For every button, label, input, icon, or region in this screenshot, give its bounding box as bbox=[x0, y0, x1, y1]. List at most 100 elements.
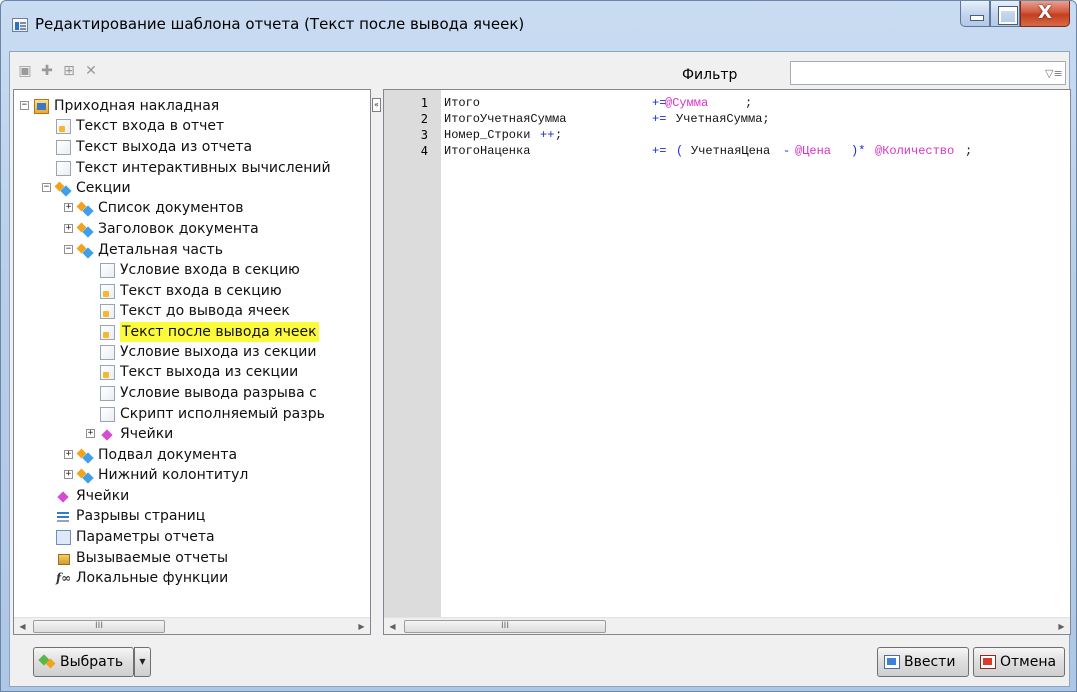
tree-item[interactable]: Текст до вывода ячеек bbox=[14, 301, 370, 321]
window-icon bbox=[12, 18, 28, 32]
close-icon: X bbox=[1038, 2, 1052, 23]
delete-icon[interactable]: ✕ bbox=[82, 62, 100, 80]
code-editor[interactable]: 1 Итого += @Сумма; 2 ИтогоУчетнаяСумма += Учетн… bbox=[383, 89, 1071, 635]
tree-item[interactable]: f∞ Локальные функции bbox=[14, 568, 370, 588]
scroll-left-arrow-icon[interactable]: ◀ bbox=[14, 618, 31, 634]
select-button-label: Выбрать bbox=[60, 654, 124, 670]
tree-item[interactable]: Условие вывода разрыва с bbox=[14, 383, 370, 403]
filter-input[interactable] bbox=[790, 61, 1066, 85]
template-tree[interactable]: − Приходная накладная Текст входа в отчет Т… bbox=[13, 89, 371, 635]
tree-horizontal-scrollbar[interactable]: ◀ III ▶ bbox=[14, 617, 370, 634]
code-line[interactable]: ИтогоУчетнаяСумма += УчетнаяСумма; bbox=[444, 111, 1064, 127]
collapse-icon[interactable]: − bbox=[20, 101, 29, 110]
tree-item[interactable]: Скрипт исполняемый разрь bbox=[14, 404, 370, 424]
tree-item[interactable]: Текст входа в секцию bbox=[14, 281, 370, 301]
line-number: 2 bbox=[420, 112, 428, 126]
scroll-thumb[interactable]: III bbox=[404, 620, 606, 633]
cells-icon bbox=[100, 427, 115, 442]
tree-item[interactable]: − Приходная накладная bbox=[14, 96, 370, 116]
editor-horizontal-scrollbar[interactable]: ◀ III ▶ bbox=[384, 617, 1070, 634]
tree-item[interactable]: Текст входа в отчет bbox=[14, 116, 370, 136]
expand-icon[interactable]: + bbox=[64, 450, 73, 459]
tree-item-label: Секции bbox=[76, 180, 131, 196]
code-line[interactable]: Номер_Строки ++; bbox=[444, 127, 1064, 143]
expand-icon[interactable]: + bbox=[86, 429, 95, 438]
add-child-icon[interactable]: ⊞ bbox=[60, 62, 78, 80]
tree-item[interactable]: + Нижний колонтитул bbox=[14, 465, 370, 485]
tree-item-label: Текст интерактивных вычислений bbox=[76, 160, 331, 176]
tree-item[interactable]: Текст выхода из секции bbox=[14, 362, 370, 382]
section-icon bbox=[78, 468, 93, 483]
tree-item-label: Локальные функции bbox=[76, 570, 229, 586]
tree-item[interactable]: + Ячейки bbox=[14, 424, 370, 444]
select-button[interactable]: Выбрать bbox=[33, 647, 134, 677]
caption-buttons: X bbox=[960, 1, 1070, 29]
scroll-thumb[interactable]: III bbox=[33, 620, 165, 633]
tree-item[interactable]: Условие выхода из секции bbox=[14, 342, 370, 362]
code-token: УчетнаяЦена bbox=[691, 144, 771, 158]
title-bar[interactable]: Редактирование шаблона отчета (Текст пос… bbox=[1, 1, 1076, 51]
tree-item[interactable]: Текст после вывода ячеек bbox=[14, 322, 370, 342]
scroll-right-arrow-icon[interactable]: ▶ bbox=[353, 618, 370, 634]
tree-item-label: Список документов bbox=[98, 200, 244, 216]
maximize-button[interactable] bbox=[990, 1, 1020, 27]
tree-item[interactable]: Разрывы страниц bbox=[14, 506, 370, 526]
tree-item[interactable]: Вызываемые отчеты bbox=[14, 548, 370, 568]
tree-item[interactable]: Текст интерактивных вычислений bbox=[14, 158, 370, 178]
properties-icon[interactable]: ▣ bbox=[16, 62, 34, 80]
edited-document-icon bbox=[100, 365, 115, 380]
tree-item[interactable]: Параметры отчета bbox=[14, 527, 370, 547]
line-number-gutter bbox=[384, 90, 441, 618]
ok-button[interactable]: Ввести bbox=[877, 647, 969, 677]
tree-item-label: Ячейки bbox=[76, 488, 130, 504]
edited-document-icon bbox=[100, 284, 115, 299]
select-dropdown-button[interactable]: ▼ bbox=[134, 647, 151, 677]
tree-item-label: Текст выхода из секции bbox=[120, 364, 299, 380]
scroll-right-arrow-icon[interactable]: ▶ bbox=[1053, 618, 1070, 634]
tree-item[interactable]: Ячейки bbox=[14, 486, 370, 506]
ok-icon bbox=[884, 655, 900, 669]
add-icon[interactable]: ✚ bbox=[38, 62, 56, 80]
expand-icon[interactable]: + bbox=[64, 203, 73, 212]
filter-label: Фильтр bbox=[682, 67, 738, 83]
document-icon bbox=[100, 345, 115, 360]
cancel-button[interactable]: Отмена bbox=[973, 647, 1065, 677]
code-line[interactable]: Итого += @Сумма; bbox=[444, 95, 1064, 111]
collapse-icon[interactable]: − bbox=[42, 183, 51, 192]
code-token: ИтогоНаценка bbox=[444, 144, 531, 158]
code-token: ИтогоУчетнаяСумма bbox=[444, 112, 567, 126]
close-button[interactable]: X bbox=[1020, 1, 1070, 27]
expand-icon[interactable]: + bbox=[64, 470, 73, 479]
tree-item-label: Вызываемые отчеты bbox=[76, 550, 229, 566]
tree-item-label: Условие входа в секцию bbox=[120, 262, 300, 278]
code-token: УчетнаяСумма; bbox=[676, 112, 770, 126]
panel-splitter[interactable]: « bbox=[371, 89, 383, 635]
ok-button-label: Ввести bbox=[904, 654, 956, 670]
edited-document-icon bbox=[56, 119, 71, 134]
select-icon bbox=[40, 655, 56, 669]
scroll-left-arrow-icon[interactable]: ◀ bbox=[384, 618, 401, 634]
collapse-icon[interactable]: − bbox=[64, 245, 73, 254]
cancel-icon bbox=[980, 655, 996, 669]
section-icon bbox=[78, 201, 93, 216]
tree-item[interactable]: + Список документов bbox=[14, 198, 370, 218]
tree-item[interactable]: + Подвал документа bbox=[14, 445, 370, 465]
collapse-panel-icon[interactable]: « bbox=[372, 98, 381, 112]
edited-document-icon bbox=[100, 304, 115, 319]
expand-icon[interactable]: + bbox=[64, 224, 73, 233]
tree-item[interactable]: Условие входа в секцию bbox=[14, 260, 370, 280]
tree-item-label: Ячейки bbox=[120, 426, 174, 442]
cancel-button-label: Отмена bbox=[1000, 654, 1057, 670]
tree-item[interactable]: + Заголовок документа bbox=[14, 219, 370, 239]
code-line[interactable]: ИтогоНаценка += (УчетнаяЦена - @Цена)* @Колич… bbox=[444, 143, 1064, 159]
filter-icon[interactable]: ▽≡ bbox=[1045, 67, 1063, 80]
tree-item[interactable]: − Секции bbox=[14, 178, 370, 198]
tree-item-label: Параметры отчета bbox=[76, 529, 215, 545]
tree-item[interactable]: − Детальная часть bbox=[14, 240, 370, 260]
tree-item[interactable]: Текст выхода из отчета bbox=[14, 137, 370, 157]
document-icon bbox=[100, 386, 115, 401]
code-token: Номер_Строки bbox=[444, 128, 531, 142]
minimize-button[interactable] bbox=[960, 1, 990, 27]
toolbar: ▣ ✚ ⊞ ✕ Фильтр ▽≡ bbox=[10, 52, 1069, 87]
code-token: ( bbox=[676, 144, 684, 158]
